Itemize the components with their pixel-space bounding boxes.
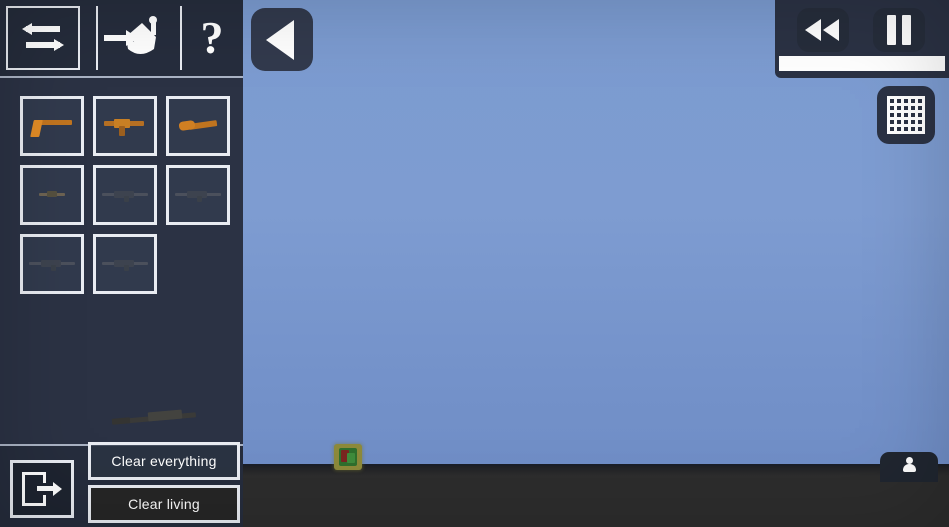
inventory-slot-1[interactable] [20, 96, 84, 156]
characters-tab-button[interactable] [880, 452, 938, 482]
swap-tool-button[interactable] [6, 6, 80, 70]
paint-bucket-icon [126, 16, 157, 54]
inventory-slot-3[interactable] [166, 96, 230, 156]
entity-mark-green [347, 453, 355, 463]
inventory-slot-2[interactable] [93, 96, 157, 156]
marksman-rifle-sprite [102, 257, 148, 271]
fill-tool-button[interactable] [96, 6, 184, 70]
swap-arrows-icon [22, 21, 64, 55]
grid-toggle-button[interactable] [877, 86, 935, 144]
inventory-row [20, 234, 230, 294]
inventory-slot-6[interactable] [166, 165, 230, 225]
smg-sprite [102, 116, 148, 136]
clear-everything-button[interactable]: Clear everything [88, 442, 240, 480]
triangle-left-icon [266, 19, 294, 60]
left-sidebar: ? Clear everything Clear living [0, 0, 243, 527]
assault-rifle-sprite [102, 188, 148, 202]
speed-slider-track[interactable] [779, 56, 945, 71]
battle-rifle-sprite [175, 188, 221, 202]
inventory-slot-7[interactable] [20, 234, 84, 294]
question-mark-icon: ? [200, 12, 224, 63]
revolver-sprite [177, 117, 219, 135]
sidebar-toolbar: ? [0, 0, 243, 78]
inventory-grid [20, 96, 230, 303]
speed-slider-fill [779, 56, 945, 71]
person-icon [902, 457, 916, 472]
rewind-icon [805, 19, 841, 41]
carbine-sprite [39, 190, 65, 200]
inventory-slot-5[interactable] [93, 165, 157, 225]
clear-living-button[interactable]: Clear living [88, 485, 240, 523]
exit-door-icon [22, 472, 62, 506]
sniper-rifle-sprite [29, 257, 75, 271]
help-button[interactable]: ? [180, 6, 242, 70]
pause-button[interactable] [873, 8, 925, 52]
weapon-preview-sprite [111, 408, 197, 428]
playback-control-panel [775, 0, 949, 78]
inventory-slot-8[interactable] [93, 234, 157, 294]
exit-button[interactable] [10, 460, 74, 518]
rewind-button[interactable] [797, 8, 849, 52]
spawned-entity[interactable] [334, 444, 362, 470]
grid-icon [887, 96, 925, 134]
inventory-row [20, 96, 230, 156]
app-root: ? Clear everything Clear living [0, 0, 949, 527]
collapse-panel-button[interactable] [251, 8, 313, 71]
inventory-row [20, 165, 230, 225]
pistol-sprite [30, 115, 74, 137]
pause-icon [886, 15, 912, 45]
inventory-slot-4[interactable] [20, 165, 84, 225]
